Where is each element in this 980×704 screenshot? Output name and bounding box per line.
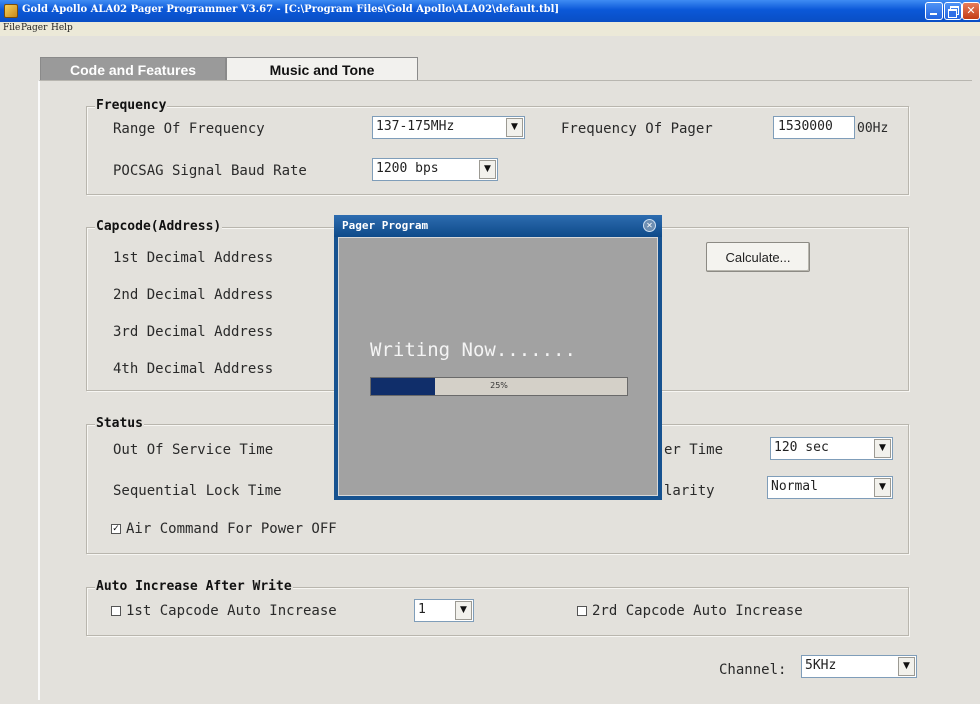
channel-label: Channel:: [719, 662, 787, 678]
tab-music-and-tone[interactable]: Music and Tone: [226, 57, 418, 81]
second-auto-increase-label: 2rd Capcode Auto Increase: [592, 603, 803, 619]
timer-select[interactable]: 120 sec ▼: [770, 437, 893, 460]
frequency-of-pager-value: 1530000: [778, 119, 833, 134]
pager-program-dialog[interactable]: Pager Program ✕ Writing Now....... 25%: [334, 215, 662, 500]
channel-select[interactable]: 5KHz ▼: [801, 655, 917, 678]
frequency-unit-label: 00Hz: [857, 121, 889, 136]
air-command-checkbox[interactable]: ✓: [111, 524, 121, 534]
first-auto-increase-select[interactable]: 1 ▼: [414, 599, 474, 622]
first-auto-increase-label: 1st Capcode Auto Increase: [126, 603, 337, 619]
capcode-legend: Capcode(Address): [95, 219, 223, 234]
auto-increase-legend: Auto Increase After Write: [95, 579, 293, 594]
third-decimal-address-label: 3rd Decimal Address: [113, 324, 274, 340]
second-auto-increase-row[interactable]: 2rd Capcode Auto Increase: [577, 603, 803, 619]
timer-label: er Time: [664, 442, 724, 458]
chevron-down-icon[interactable]: ▼: [506, 118, 523, 137]
menu-file[interactable]: File: [3, 23, 20, 33]
minimize-button[interactable]: [925, 2, 943, 20]
dialog-close-icon[interactable]: ✕: [643, 219, 656, 232]
range-of-frequency-label: Range Of Frequency: [113, 121, 265, 137]
chevron-down-icon[interactable]: ▼: [874, 478, 891, 497]
frequency-of-pager-label: Frequency Of Pager: [561, 121, 713, 137]
frequency-legend: Frequency: [95, 98, 168, 113]
tab-code-and-features[interactable]: Code and Features: [40, 57, 226, 81]
frequency-group: Frequency Range Of Frequency 137-175MHz …: [86, 98, 909, 195]
polarity-select[interactable]: Normal ▼: [767, 476, 893, 499]
fourth-decimal-address-label: 4th Decimal Address: [113, 361, 274, 377]
chevron-down-icon[interactable]: ▼: [479, 160, 496, 179]
air-command-label: Air Command For Power OFF: [126, 521, 337, 537]
first-decimal-address-label: 1st Decimal Address: [113, 250, 274, 266]
menu-pager[interactable]: Pager: [21, 23, 47, 33]
menu-help[interactable]: Help: [51, 23, 73, 33]
first-auto-increase-value: 1: [418, 602, 426, 617]
chevron-down-icon[interactable]: ▼: [898, 657, 915, 676]
baud-rate-select[interactable]: 1200 bps ▼: [372, 158, 498, 181]
frequency-of-pager-input[interactable]: 1530000: [773, 116, 855, 139]
range-of-frequency-select[interactable]: 137-175MHz ▼: [372, 116, 525, 139]
first-auto-increase-row[interactable]: 1st Capcode Auto Increase: [111, 603, 337, 619]
write-progress-bar: 25%: [370, 377, 628, 396]
maximize-button[interactable]: [944, 2, 962, 20]
status-legend: Status: [95, 416, 144, 431]
polarity-label: larity: [664, 483, 715, 499]
first-auto-increase-checkbox[interactable]: [111, 606, 121, 616]
polarity-value: Normal: [771, 479, 818, 494]
out-of-service-time-label: Out Of Service Time: [113, 442, 274, 458]
air-command-checkbox-row[interactable]: ✓ Air Command For Power OFF: [111, 521, 337, 537]
dialog-title[interactable]: Pager Program: [334, 215, 662, 237]
timer-value: 120 sec: [774, 440, 829, 455]
dialog-body: Writing Now....... 25%: [338, 237, 658, 496]
close-button[interactable]: ✕: [962, 2, 980, 20]
range-of-frequency-value: 137-175MHz: [376, 119, 455, 134]
writing-status-text: Writing Now.......: [370, 339, 576, 361]
auto-increase-group: Auto Increase After Write 1st Capcode Au…: [86, 579, 909, 636]
app-icon: [4, 4, 18, 18]
chevron-down-icon[interactable]: ▼: [874, 439, 891, 458]
baud-rate-value: 1200 bps: [376, 161, 439, 176]
baud-rate-label: POCSAG Signal Baud Rate: [113, 163, 307, 179]
menu-bar: File Pager Help: [0, 22, 980, 36]
calculate-button[interactable]: Calculate...: [706, 242, 810, 272]
title-bar[interactable]: Gold Apollo ALA02 Pager Programmer V3.67…: [0, 0, 980, 22]
sequential-lock-time-label: Sequential Lock Time: [113, 483, 282, 499]
second-auto-increase-checkbox[interactable]: [577, 606, 587, 616]
chevron-down-icon[interactable]: ▼: [455, 601, 472, 620]
second-decimal-address-label: 2nd Decimal Address: [113, 287, 274, 303]
channel-value: 5KHz: [805, 658, 837, 673]
progress-percent-text: 25%: [490, 381, 508, 390]
window-title: Gold Apollo ALA02 Pager Programmer V3.67…: [22, 4, 560, 15]
